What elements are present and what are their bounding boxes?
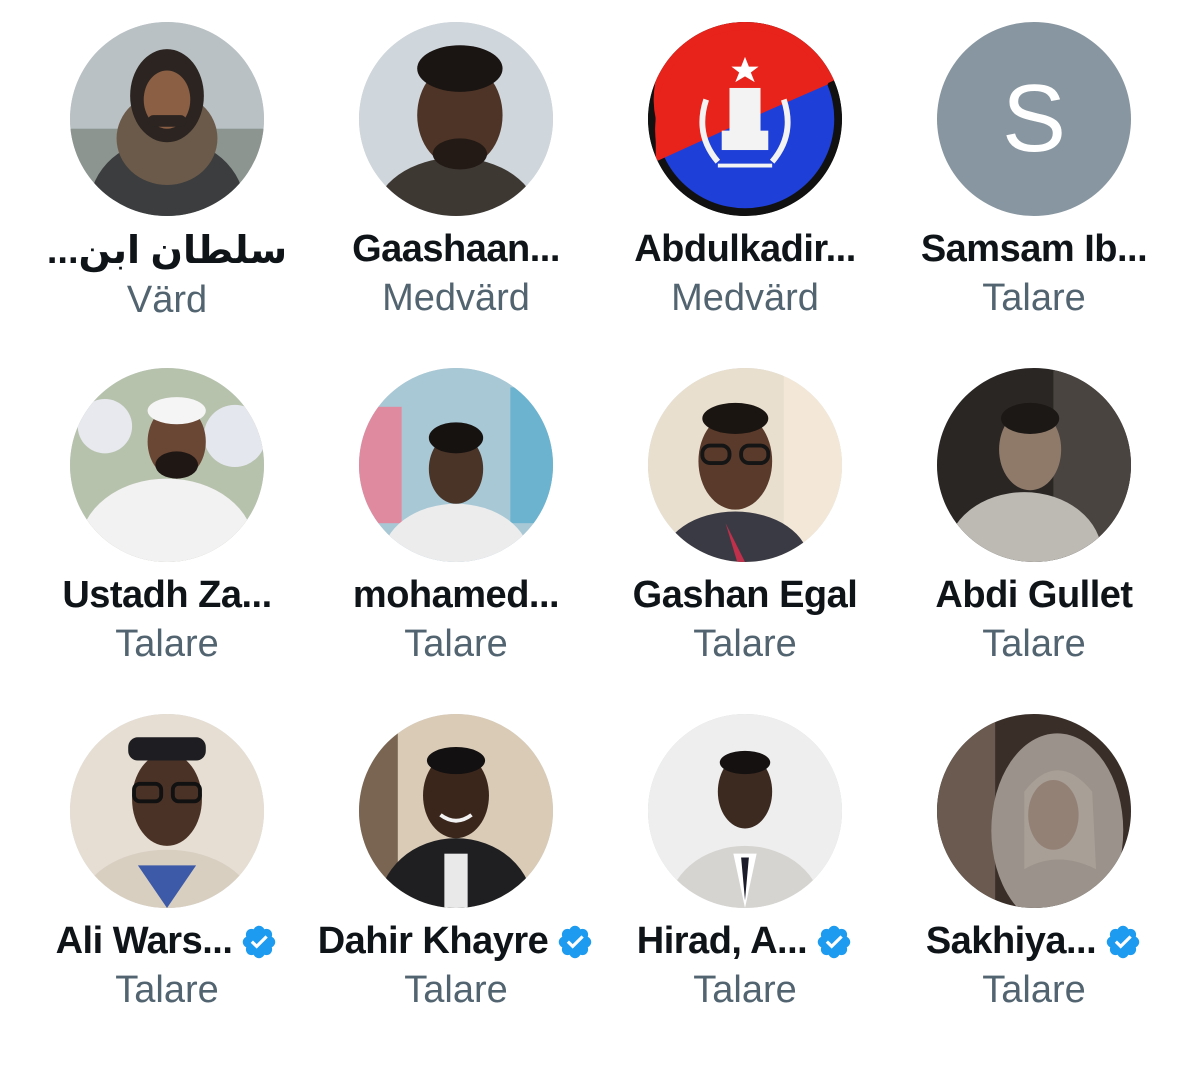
participant-name: Ali Wars...	[55, 920, 233, 962]
name-row: Dahir Khayre	[318, 920, 595, 963]
verified-badge-icon	[243, 925, 276, 958]
participant-role: Talare	[693, 969, 797, 1011]
participant-name: Gashan Egal	[632, 574, 858, 616]
participant-role: Talare	[982, 969, 1086, 1011]
avatar[interactable]	[359, 714, 553, 908]
participant-role: Värd	[126, 279, 208, 321]
name-row: سلطان ابن...	[46, 228, 288, 273]
avatar[interactable]	[359, 22, 553, 216]
participant-role: Medvärd	[671, 277, 819, 319]
participant-role: Talare	[982, 623, 1086, 665]
participant-card[interactable]: Hirad, A... Talare	[600, 714, 890, 1012]
participant-role: Talare	[404, 969, 508, 1011]
participant-card[interactable]: Abdi Gullet Talare	[889, 368, 1179, 666]
participant-name: Abdi Gullet	[935, 574, 1133, 616]
participant-card[interactable]: Sakhiya... Talare	[889, 714, 1179, 1012]
participant-card[interactable]: Ustadh Za... Talare	[22, 368, 312, 666]
avatar[interactable]	[648, 714, 842, 908]
participant-card[interactable]: سلطان ابن... Värd	[22, 22, 312, 322]
participant-name: Sakhiya...	[925, 920, 1097, 962]
name-row: Abdi Gullet	[935, 574, 1133, 617]
participant-name: Ustadh Za...	[62, 574, 272, 616]
name-row: Sakhiya...	[926, 920, 1142, 963]
avatar[interactable]	[648, 22, 842, 216]
participant-name: Hirad, A...	[636, 920, 808, 962]
name-row: Samsam Ib...	[920, 228, 1148, 271]
participant-name: Gaashaan...	[352, 228, 560, 270]
participant-name: سلطان ابن...	[46, 230, 288, 272]
avatar[interactable]	[648, 368, 842, 562]
name-row: Ali Wars...	[56, 920, 279, 963]
avatar[interactable]	[70, 22, 264, 216]
participant-role: Talare	[982, 277, 1086, 319]
avatar[interactable]	[70, 714, 264, 908]
avatar[interactable]: S	[937, 22, 1131, 216]
name-row: Abdulkadir...	[634, 228, 856, 271]
participant-name: Dahir Khayre	[317, 920, 549, 962]
participant-card[interactable]: Ali Wars... Talare	[22, 714, 312, 1012]
letter-avatar: S	[937, 22, 1131, 216]
participant-card[interactable]: S Samsam Ib... Talare	[889, 22, 1179, 320]
participant-card[interactable]: Abdulkadir... Medvärd	[600, 22, 890, 320]
avatar[interactable]	[937, 368, 1131, 562]
avatar[interactable]	[359, 368, 553, 562]
participant-role: Talare	[693, 623, 797, 665]
participant-role: Talare	[404, 623, 508, 665]
participant-card[interactable]: mohamed... Talare	[311, 368, 601, 666]
avatar[interactable]	[70, 368, 264, 562]
name-row: Ustadh Za...	[62, 574, 272, 617]
participant-role: Medvärd	[382, 277, 530, 319]
participant-role: Talare	[115, 969, 219, 1011]
verified-badge-icon	[1106, 925, 1140, 958]
participant-card[interactable]: Dahir Khayre Talare	[311, 714, 601, 1012]
participant-role: Talare	[115, 623, 219, 665]
participant-card[interactable]: Gashan Egal Talare	[600, 368, 890, 666]
avatar[interactable]	[937, 714, 1131, 908]
participant-name: mohamed...	[352, 574, 560, 616]
name-row: Hirad, A...	[637, 920, 853, 963]
verified-badge-icon	[559, 925, 592, 958]
participant-name: Samsam Ib...	[920, 228, 1148, 270]
name-row: Gashan Egal	[633, 574, 858, 617]
participant-card[interactable]: Gaashaan... Medvärd	[311, 22, 601, 320]
participant-name: Abdulkadir...	[634, 228, 856, 270]
name-row: Gaashaan...	[352, 228, 560, 271]
verified-badge-icon	[818, 925, 851, 958]
participants-grid: سلطان ابن... Värd Gaashaan... Medvärd Ab…	[0, 0, 1200, 1065]
name-row: mohamed...	[352, 574, 560, 617]
